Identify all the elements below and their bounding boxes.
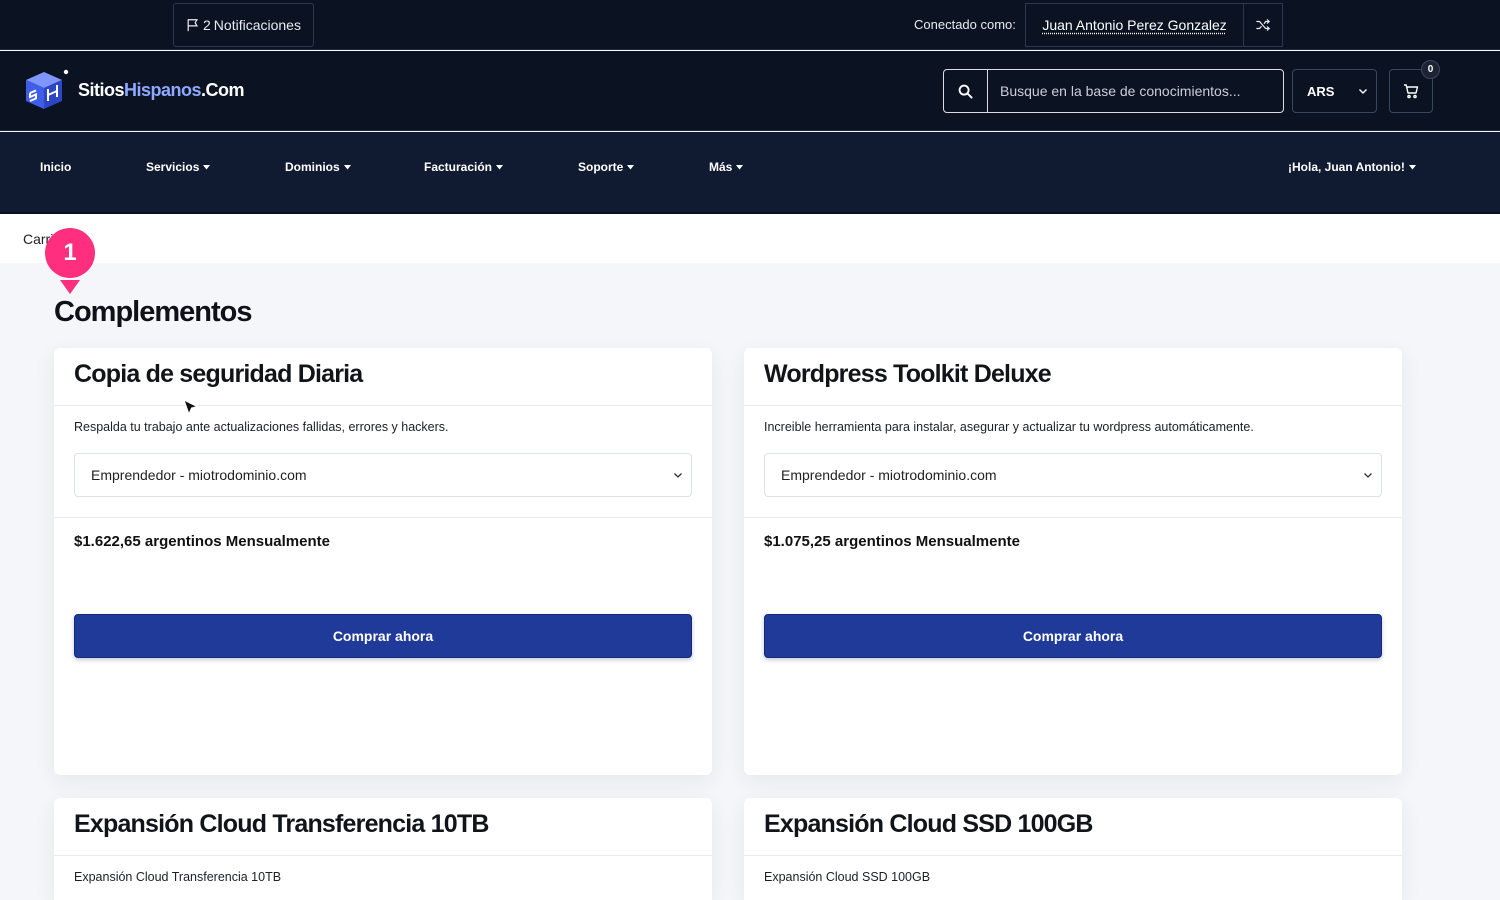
card-header: Copia de seguridad Diaria — [54, 348, 712, 406]
divider — [744, 517, 1402, 518]
addon-title: Wordpress Toolkit Deluxe — [764, 360, 1052, 388]
caret-down-icon — [496, 164, 504, 169]
nav-item-inicio[interactable]: Inicio — [40, 160, 71, 174]
addon-card: Expansión Cloud SSD 100GB Expansión Clou… — [744, 798, 1402, 900]
breadcrumb: Carrito — [0, 214, 1500, 263]
card-header: Expansión Cloud SSD 100GB — [744, 798, 1402, 856]
search-icon — [958, 84, 973, 99]
main-navigation: Inicio Servicios Dominios Facturación So… — [0, 132, 1500, 214]
addon-description: Respalda tu trabajo ante actualizaciones… — [74, 420, 449, 434]
addon-card: Wordpress Toolkit Deluxe Increible herra… — [744, 348, 1402, 775]
notifications-label: Notificaciones — [213, 17, 301, 33]
addon-card: Copia de seguridad Diaria Respalda tu tr… — [54, 348, 712, 775]
addon-description: Expansión Cloud Transferencia 10TB — [74, 870, 282, 884]
nav-item-facturacion[interactable]: Facturación — [424, 160, 504, 174]
addon-title: Expansión Cloud SSD 100GB — [764, 810, 1093, 838]
nav-item-soporte[interactable]: Soporte — [578, 160, 635, 174]
chevron-down-icon — [1364, 473, 1372, 478]
addon-title: Expansión Cloud Transferencia 10TB — [74, 810, 489, 838]
currency-select[interactable]: ARS — [1292, 69, 1377, 113]
caret-down-icon — [627, 164, 635, 169]
buy-now-button[interactable]: Comprar ahora — [74, 614, 692, 658]
site-header: SitiosHispanos.Com ARS — [0, 51, 1500, 131]
addon-description: Increible herramienta para instalar, ase… — [764, 420, 1254, 434]
chevron-down-icon — [674, 473, 682, 478]
logged-in-user-name[interactable]: Juan Antonio Perez Gonzalez — [1026, 4, 1243, 46]
caret-down-icon — [1408, 164, 1416, 169]
logged-in-user-box: Juan Antonio Perez Gonzalez — [1025, 3, 1283, 47]
chevron-down-icon — [1359, 89, 1367, 94]
switch-user-button[interactable] — [1243, 4, 1282, 46]
caret-down-icon — [203, 164, 211, 169]
nav-item-servicios[interactable]: Servicios — [146, 160, 211, 174]
connected-as-label: Conectado como: — [914, 17, 1016, 32]
currency-value: ARS — [1307, 83, 1335, 99]
mouse-cursor-icon — [183, 399, 199, 416]
nav-item-mas[interactable]: Más — [709, 160, 744, 174]
top-bar: 2 Notificaciones Conectado como: Juan Ant… — [0, 0, 1500, 50]
service-select[interactable]: Emprendedor - miotrodominio.com — [74, 453, 692, 497]
page-title: Complementos — [54, 296, 252, 328]
card-header: Wordpress Toolkit Deluxe — [744, 348, 1402, 406]
search-input[interactable] — [988, 70, 1283, 112]
caret-down-icon — [736, 164, 744, 169]
divider — [54, 517, 712, 518]
service-select-value: Emprendedor - miotrodominio.com — [91, 467, 307, 483]
service-select-value: Emprendedor - miotrodominio.com — [781, 467, 997, 483]
addon-description: Expansión Cloud SSD 100GB — [764, 870, 931, 884]
nav-item-account[interactable]: ¡Hola, Juan Antonio! — [1288, 160, 1416, 174]
nav-item-dominios[interactable]: Dominios — [285, 160, 351, 174]
addon-price: $1.075,25 argentinos Mensualmente — [764, 533, 1020, 550]
service-select[interactable]: Emprendedor - miotrodominio.com — [764, 453, 1382, 497]
addon-title: Copia de seguridad Diaria — [74, 360, 363, 388]
caret-down-icon — [343, 164, 351, 169]
notifications-count: 2 — [203, 17, 211, 33]
card-header: Expansión Cloud Transferencia 10TB — [54, 798, 712, 856]
logo-cube-icon — [26, 69, 69, 109]
step-number: 1 — [63, 239, 77, 266]
notifications-button[interactable]: 2 Notificaciones — [173, 3, 314, 47]
search-button[interactable] — [944, 70, 988, 112]
addon-price: $1.622,65 argentinos Mensualmente — [74, 533, 330, 550]
knowledgebase-search — [943, 69, 1284, 113]
cart-icon — [1404, 84, 1419, 99]
cart-count-badge: 0 — [1421, 60, 1440, 79]
logo-text: SitiosHispanos.Com — [78, 79, 245, 100]
shuffle-icon — [1256, 19, 1271, 31]
flag-icon — [187, 19, 198, 32]
site-logo[interactable]: SitiosHispanos.Com — [22, 69, 245, 111]
addon-card: Expansión Cloud Transferencia 10TB Expan… — [54, 798, 712, 900]
buy-now-button[interactable]: Comprar ahora — [764, 614, 1382, 658]
